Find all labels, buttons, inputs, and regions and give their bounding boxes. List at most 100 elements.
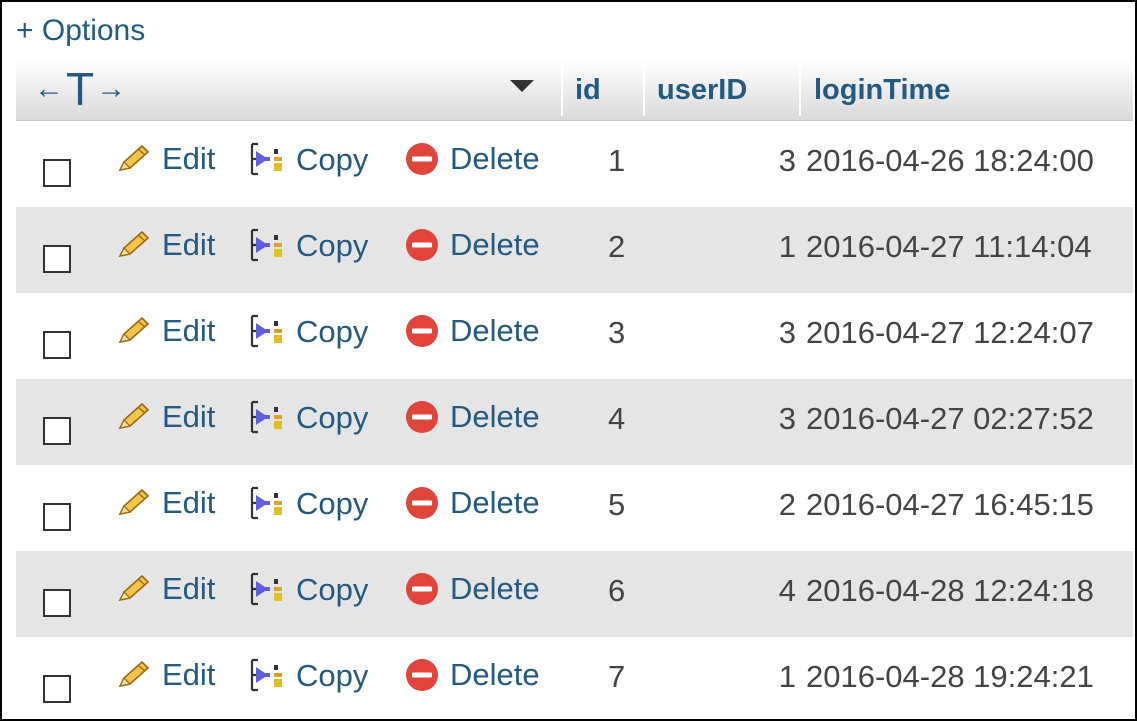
delete-icon <box>406 487 438 519</box>
edit-button[interactable]: Edit <box>114 227 215 263</box>
table-row[interactable]: Edit Copy Delete 2 1 2016-04-27 11:14:04 <box>16 207 1133 293</box>
copy-button[interactable]: Copy <box>246 571 368 609</box>
arrow-left-icon[interactable]: ← <box>34 72 64 106</box>
copy-label: Copy <box>296 142 369 177</box>
edit-button[interactable]: Edit <box>114 571 215 607</box>
results-table-frame: + Options ← T → id userID loginTime Edit… <box>0 0 1137 721</box>
cell-id: 2 <box>608 229 626 264</box>
edit-label: Edit <box>162 141 216 176</box>
edit-button[interactable]: Edit <box>114 657 215 693</box>
delete-label: Delete <box>450 657 540 692</box>
table-row[interactable]: Edit Copy Delete 7 1 2016-04-28 19:24:21 <box>16 637 1133 719</box>
cell-logintime: 2016-04-28 19:24:21 <box>806 659 1094 694</box>
row-checkbox[interactable] <box>43 159 71 187</box>
copy-button[interactable]: Copy <box>246 657 368 695</box>
table-body: Edit Copy Delete 1 3 2016-04-26 18:24:00 Edit C… <box>16 121 1133 719</box>
copy-button[interactable]: Copy <box>246 141 368 179</box>
delete-button[interactable]: Delete <box>404 657 540 693</box>
row-checkbox[interactable] <box>43 331 71 359</box>
row-checkbox[interactable] <box>43 417 71 445</box>
delete-button[interactable]: Delete <box>404 141 540 177</box>
edit-label: Edit <box>162 485 216 520</box>
row-checkbox[interactable] <box>43 245 71 273</box>
delete-button[interactable]: Delete <box>404 227 540 263</box>
copy-icon <box>250 228 282 262</box>
copy-label: Copy <box>296 228 369 263</box>
table-row[interactable]: Edit Copy Delete 3 3 2016-04-27 12:24:07 <box>16 293 1133 379</box>
cell-logintime: 2016-04-26 18:24:00 <box>806 143 1094 178</box>
arrow-right-icon[interactable]: → <box>96 72 126 106</box>
pencil-icon <box>118 144 150 172</box>
delete-button[interactable]: Delete <box>404 485 540 521</box>
pencil-icon <box>118 316 150 344</box>
row-checkbox[interactable] <box>43 503 71 531</box>
edit-button[interactable]: Edit <box>114 313 215 349</box>
cell-logintime: 2016-04-27 12:24:07 <box>806 315 1094 350</box>
header-logintime[interactable]: loginTime <box>814 60 950 120</box>
edit-button[interactable]: Edit <box>114 141 215 177</box>
table-row[interactable]: Edit Copy Delete 4 3 2016-04-27 02:27:52 <box>16 379 1133 465</box>
row-checkbox[interactable] <box>43 675 71 703</box>
edit-label: Edit <box>162 227 216 262</box>
delete-icon <box>406 573 438 605</box>
cell-id: 7 <box>608 659 626 694</box>
cell-id: 1 <box>608 143 626 178</box>
edit-label: Edit <box>162 657 216 692</box>
copy-button[interactable]: Copy <box>246 227 368 265</box>
delete-icon <box>406 229 438 261</box>
cell-id: 5 <box>608 487 626 522</box>
delete-button[interactable]: Delete <box>404 399 540 435</box>
cell-userid: 3 <box>778 315 796 350</box>
delete-label: Delete <box>450 571 540 606</box>
copy-button[interactable]: Copy <box>246 399 368 437</box>
header-userid[interactable]: userID <box>657 60 747 120</box>
column-controls[interactable]: ← T → <box>34 66 126 112</box>
delete-button[interactable]: Delete <box>404 571 540 607</box>
cell-logintime: 2016-04-28 12:24:18 <box>806 573 1094 608</box>
copy-button[interactable]: Copy <box>246 313 368 351</box>
text-toggle-icon[interactable]: T <box>66 66 94 112</box>
delete-label: Delete <box>450 227 540 262</box>
delete-label: Delete <box>450 399 540 434</box>
delete-icon <box>406 143 438 175</box>
table-row[interactable]: Edit Copy Delete 5 2 2016-04-27 16:45:15 <box>16 465 1133 551</box>
copy-icon <box>250 486 282 520</box>
cell-userid: 4 <box>778 573 796 608</box>
cell-userid: 1 <box>778 659 796 694</box>
edit-label: Edit <box>162 313 216 348</box>
cell-id: 4 <box>608 401 626 436</box>
edit-button[interactable]: Edit <box>114 485 215 521</box>
delete-label: Delete <box>450 313 540 348</box>
cell-userid: 2 <box>778 487 796 522</box>
delete-icon <box>406 315 438 347</box>
options-link[interactable]: + Options <box>16 14 145 48</box>
header-divider <box>799 64 801 116</box>
copy-icon <box>250 400 282 434</box>
header-id[interactable]: id <box>575 60 601 120</box>
delete-button[interactable]: Delete <box>404 313 540 349</box>
pencil-icon <box>118 402 150 430</box>
table-row[interactable]: Edit Copy Delete 6 4 2016-04-28 12:24:18 <box>16 551 1133 637</box>
delete-icon <box>406 659 438 691</box>
edit-button[interactable]: Edit <box>114 399 215 435</box>
copy-label: Copy <box>296 572 369 607</box>
copy-icon <box>250 572 282 606</box>
dropdown-caret-icon[interactable] <box>510 80 534 92</box>
pencil-icon <box>118 574 150 602</box>
cell-logintime: 2016-04-27 02:27:52 <box>806 401 1094 436</box>
row-checkbox[interactable] <box>43 589 71 617</box>
cell-userid: 3 <box>778 143 796 178</box>
pencil-icon <box>118 488 150 516</box>
delete-icon <box>406 401 438 433</box>
copy-label: Copy <box>296 314 369 349</box>
copy-icon <box>250 142 282 176</box>
delete-label: Delete <box>450 485 540 520</box>
edit-label: Edit <box>162 571 216 606</box>
table-row[interactable]: Edit Copy Delete 1 3 2016-04-26 18:24:00 <box>16 121 1133 207</box>
pencil-icon <box>118 660 150 688</box>
copy-label: Copy <box>296 486 369 521</box>
copy-label: Copy <box>296 400 369 435</box>
copy-icon <box>250 314 282 348</box>
copy-button[interactable]: Copy <box>246 485 368 523</box>
header-divider <box>643 64 645 116</box>
